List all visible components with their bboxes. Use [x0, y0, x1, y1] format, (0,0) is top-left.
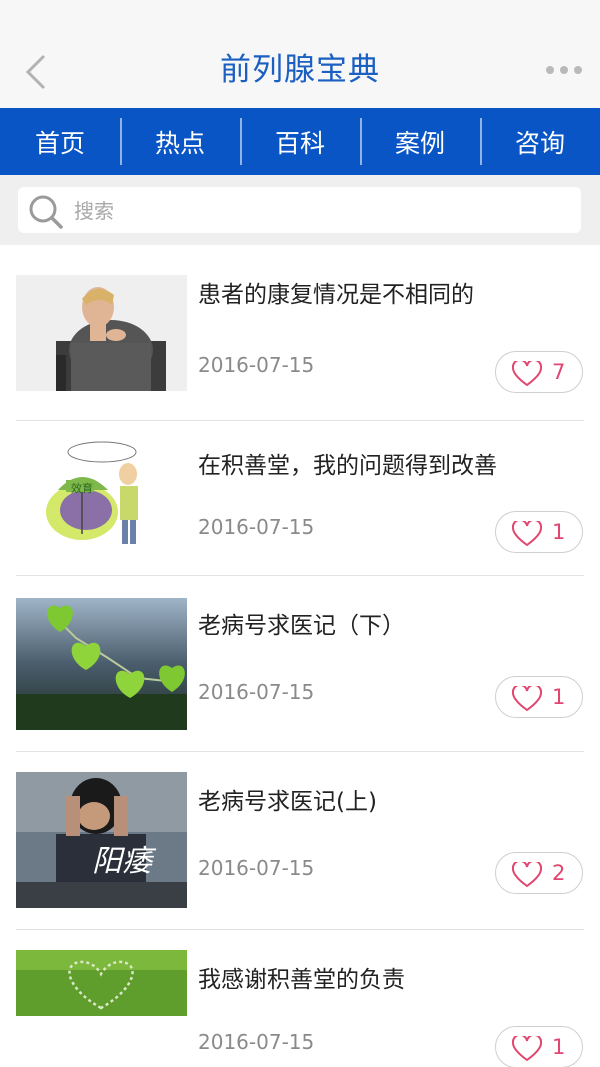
search-area: 搜索	[0, 175, 600, 245]
like-count: 7	[552, 360, 566, 384]
article-title: 老病号求医记(上)	[198, 789, 377, 815]
article-date: 2016-07-15	[198, 515, 315, 539]
article-date: 2016-07-15	[198, 856, 315, 880]
nav-tab-consult[interactable]: 咨询	[480, 108, 600, 175]
like-button[interactable]: 1	[495, 676, 583, 718]
thumbnail-badge-text: 效育	[71, 482, 93, 495]
article-item[interactable]: 我感谢积善堂的负责 2016-07-15 1	[0, 930, 600, 1067]
article-thumbnail	[16, 950, 187, 1016]
article-thumbnail	[16, 275, 187, 391]
heart-icon	[512, 521, 542, 547]
article-item[interactable]: 效育 在积善堂，我的问题得到改善 2016-07-15 1	[0, 416, 600, 576]
like-button[interactable]: 1	[495, 511, 583, 553]
search-icon	[29, 195, 63, 229]
like-count: 2	[552, 861, 566, 885]
article-title: 在积善堂，我的问题得到改善	[198, 453, 497, 479]
nav-tab-encyclopedia[interactable]: 百科	[240, 108, 360, 175]
heart-icon	[512, 686, 542, 712]
article-title: 老病号求医记（下）	[198, 613, 405, 639]
like-count: 1	[552, 1035, 566, 1059]
heart-icon	[512, 1036, 542, 1062]
search-input[interactable]: 搜索	[18, 187, 581, 233]
like-button[interactable]: 7	[495, 351, 583, 393]
like-count: 1	[552, 685, 566, 709]
article-item[interactable]: 患者的康复情况是不相同的 2016-07-15 7	[0, 245, 600, 421]
thumbnail-overlay-text: 阳痿	[92, 845, 152, 878]
nav-tab-home[interactable]: 首页	[0, 108, 120, 175]
article-date: 2016-07-15	[198, 353, 315, 377]
article-item[interactable]: 老病号求医记（下） 2016-07-15 1	[0, 576, 600, 752]
article-title: 患者的康复情况是不相同的	[198, 282, 474, 308]
more-menu-button[interactable]	[544, 56, 584, 84]
like-button[interactable]: 2	[495, 852, 583, 894]
article-thumbnail	[16, 598, 187, 730]
article-item[interactable]: 阳痿 老病号求医记(上) 2016-07-15 2	[0, 752, 600, 930]
search-placeholder: 搜索	[74, 199, 114, 223]
page-title: 前列腺宝典	[220, 52, 380, 88]
like-count: 1	[552, 520, 566, 544]
heart-icon	[512, 361, 542, 387]
category-nav: 首页 热点 百科 案例 咨询	[0, 108, 600, 175]
article-thumbnail: 阳痿	[16, 772, 187, 908]
heart-icon	[512, 862, 542, 888]
article-date: 2016-07-15	[198, 1030, 315, 1054]
article-title: 我感谢积善堂的负责	[198, 967, 405, 993]
like-button[interactable]: 1	[495, 1026, 583, 1067]
nav-tab-hot[interactable]: 热点	[120, 108, 240, 175]
nav-tab-cases[interactable]: 案例	[360, 108, 480, 175]
top-bar: 前列腺宝典	[0, 0, 600, 108]
article-thumbnail: 效育	[16, 434, 187, 554]
article-date: 2016-07-15	[198, 680, 315, 704]
